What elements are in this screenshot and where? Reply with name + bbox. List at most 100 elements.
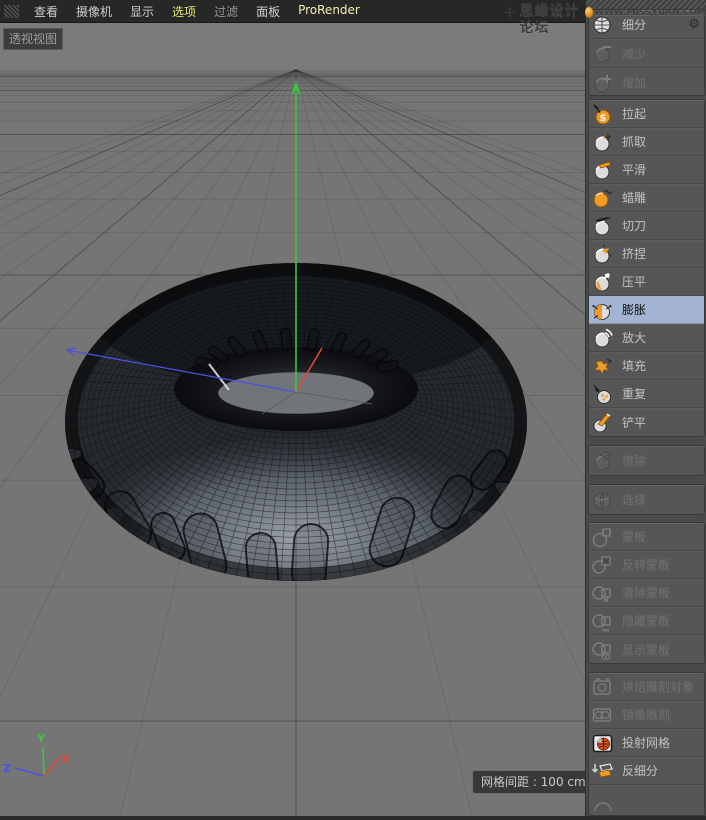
project-mesh-icon	[591, 731, 615, 755]
tool-平滑[interactable]: 平滑	[589, 156, 704, 184]
viewport-menubar: 查看摄像机显示选项过滤面板ProRender	[0, 0, 585, 23]
increase-icon	[591, 71, 615, 95]
tool-烘焙雕刻对象: 烘焙雕刻对象	[589, 673, 704, 701]
axis-label-z: Z	[3, 762, 11, 775]
knife-icon	[591, 214, 615, 238]
partial-sphere-icon	[591, 787, 615, 811]
tool-group-5: 蒙板 反转蒙板 清除蒙板 隐藏蒙板 显示蒙板	[588, 522, 705, 664]
tool-group-4: 选择	[588, 484, 705, 515]
tool-label: 减少	[622, 45, 646, 62]
show-mask-icon	[591, 637, 615, 661]
tool-投射网格[interactable]: 投射网格	[589, 729, 704, 757]
tool-label: 挤捏	[622, 245, 646, 262]
menu-item-6[interactable]: 面板	[247, 0, 289, 23]
bake-sculpt-icon	[591, 675, 615, 699]
pinch-icon	[591, 242, 615, 266]
tool-label: 放大	[622, 329, 646, 346]
tool-label: 蒙板	[622, 528, 646, 545]
fill-icon	[591, 354, 615, 378]
clear-mask-icon	[591, 581, 615, 605]
tool-group-2: S 拉起 抓取 平滑 蜡雕 切刀 挤捏 压平 膨胀 放大填充 重复	[588, 99, 705, 437]
menu-item-7[interactable]: ProRender	[289, 0, 369, 23]
tool-切刀[interactable]: 切刀	[589, 212, 704, 240]
tool-增加: 增加	[589, 68, 704, 96]
tool-放大[interactable]: 放大	[589, 324, 704, 352]
tool-选择: 选择	[589, 485, 704, 514]
menu-item-1[interactable]: 查看	[25, 0, 67, 23]
tool-蜡雕[interactable]: 蜡雕	[589, 184, 704, 212]
tool-label: 平滑	[622, 161, 646, 178]
tool-group-3: 擦除	[588, 445, 705, 476]
menu-item-4[interactable]: 选项	[163, 0, 205, 23]
svg-text:S: S	[600, 114, 606, 124]
tool-label: 增加	[622, 74, 646, 91]
viewport-canvas: Y X Z	[0, 23, 585, 816]
panel-grip-icon[interactable]	[4, 5, 19, 18]
decrease-icon	[591, 41, 615, 65]
tool-label: 镜像雕刻	[622, 706, 670, 723]
tool-显示蒙板: 显示蒙板	[589, 635, 704, 663]
tool-label: 擦除	[622, 452, 646, 469]
tool-label: 反细分	[622, 762, 658, 779]
tool-膨胀[interactable]: 膨胀	[589, 296, 704, 324]
invert-mask-icon	[591, 553, 615, 577]
tool-group-6: 烘焙雕刻对象 镜像雕刻 投射网格 反细分	[588, 672, 705, 816]
tool-label: 切刀	[622, 217, 646, 234]
tool-label: 显示蒙板	[622, 641, 670, 658]
perspective-viewport[interactable]: Y X Z	[0, 23, 585, 816]
tool-镜像雕刻: 镜像雕刻	[589, 701, 704, 729]
tool-partial	[589, 785, 704, 813]
tool-重复[interactable]: 重复	[589, 380, 704, 408]
tool-label: 铲平	[622, 414, 646, 431]
gear-icon[interactable]: ⚙	[688, 18, 700, 31]
tool-擦除: 擦除	[589, 446, 704, 475]
scrape-icon	[591, 410, 615, 434]
tool-压平[interactable]: 压平	[589, 268, 704, 296]
tool-label: 细分	[622, 16, 646, 33]
tool-细分[interactable]: 细分 ⚙	[589, 10, 704, 39]
axis-label-y: Y	[36, 732, 46, 745]
tool-填充[interactable]: 填充	[589, 352, 704, 380]
tool-label: 蜡雕	[622, 189, 646, 206]
flatten-icon	[591, 270, 615, 294]
tool-label: 烘焙雕刻对象	[622, 678, 694, 695]
subdivide-icon	[591, 12, 615, 36]
mirror-sculpt-icon	[591, 703, 615, 727]
tool-label: 反转蒙板	[622, 556, 670, 573]
tool-反细分[interactable]: 反细分	[589, 757, 704, 785]
grid-spacing-badge: 网格间距 : 100 cm	[472, 770, 595, 794]
grab-icon	[591, 130, 615, 154]
menu-item-3[interactable]: 显示	[121, 0, 163, 23]
tool-蒙板: 蒙板	[589, 523, 704, 551]
tool-清除蒙板: 清除蒙板	[589, 579, 704, 607]
tool-label: 投射网格	[622, 734, 670, 751]
tool-铲平[interactable]: 铲平	[589, 408, 704, 436]
inflate-icon	[591, 298, 615, 322]
axis-label-x: X	[61, 753, 70, 766]
tool-group-1: 细分 ⚙ 减少 增加	[588, 9, 705, 96]
tool-反转蒙板: 反转蒙板	[589, 551, 704, 579]
tool-抓取[interactable]: 抓取	[589, 128, 704, 156]
view-label[interactable]: 透视视图	[3, 28, 63, 50]
hide-mask-icon	[591, 609, 615, 633]
tool-隐藏蒙板: 隐藏蒙板	[589, 607, 704, 635]
tool-减少: 减少	[589, 39, 704, 68]
repeat-icon	[591, 382, 615, 406]
tool-label: 清除蒙板	[622, 584, 670, 601]
unsubdivide-icon	[591, 759, 615, 783]
wax-icon	[591, 186, 615, 210]
tool-label: 选择	[622, 491, 646, 508]
tool-label: 压平	[622, 273, 646, 290]
menu-item-5[interactable]: 过滤	[205, 0, 247, 23]
tool-label: 重复	[622, 385, 646, 402]
pull-icon: S	[591, 102, 615, 126]
tool-挤捏[interactable]: 挤捏	[589, 240, 704, 268]
tool-拉起[interactable]: S 拉起	[589, 100, 704, 128]
menu-item-2[interactable]: 摄像机	[67, 0, 121, 23]
amplify-icon	[591, 326, 615, 350]
tool-label: 填充	[622, 357, 646, 374]
sculpt-tool-sidebar: 细分 ⚙ 减少 增加 S 拉起 抓取 平滑 蜡雕 切刀 挤捏 压平 膨胀	[585, 0, 706, 816]
select-icon	[591, 488, 615, 512]
tool-label: 拉起	[622, 105, 646, 122]
mask-icon	[591, 525, 615, 549]
